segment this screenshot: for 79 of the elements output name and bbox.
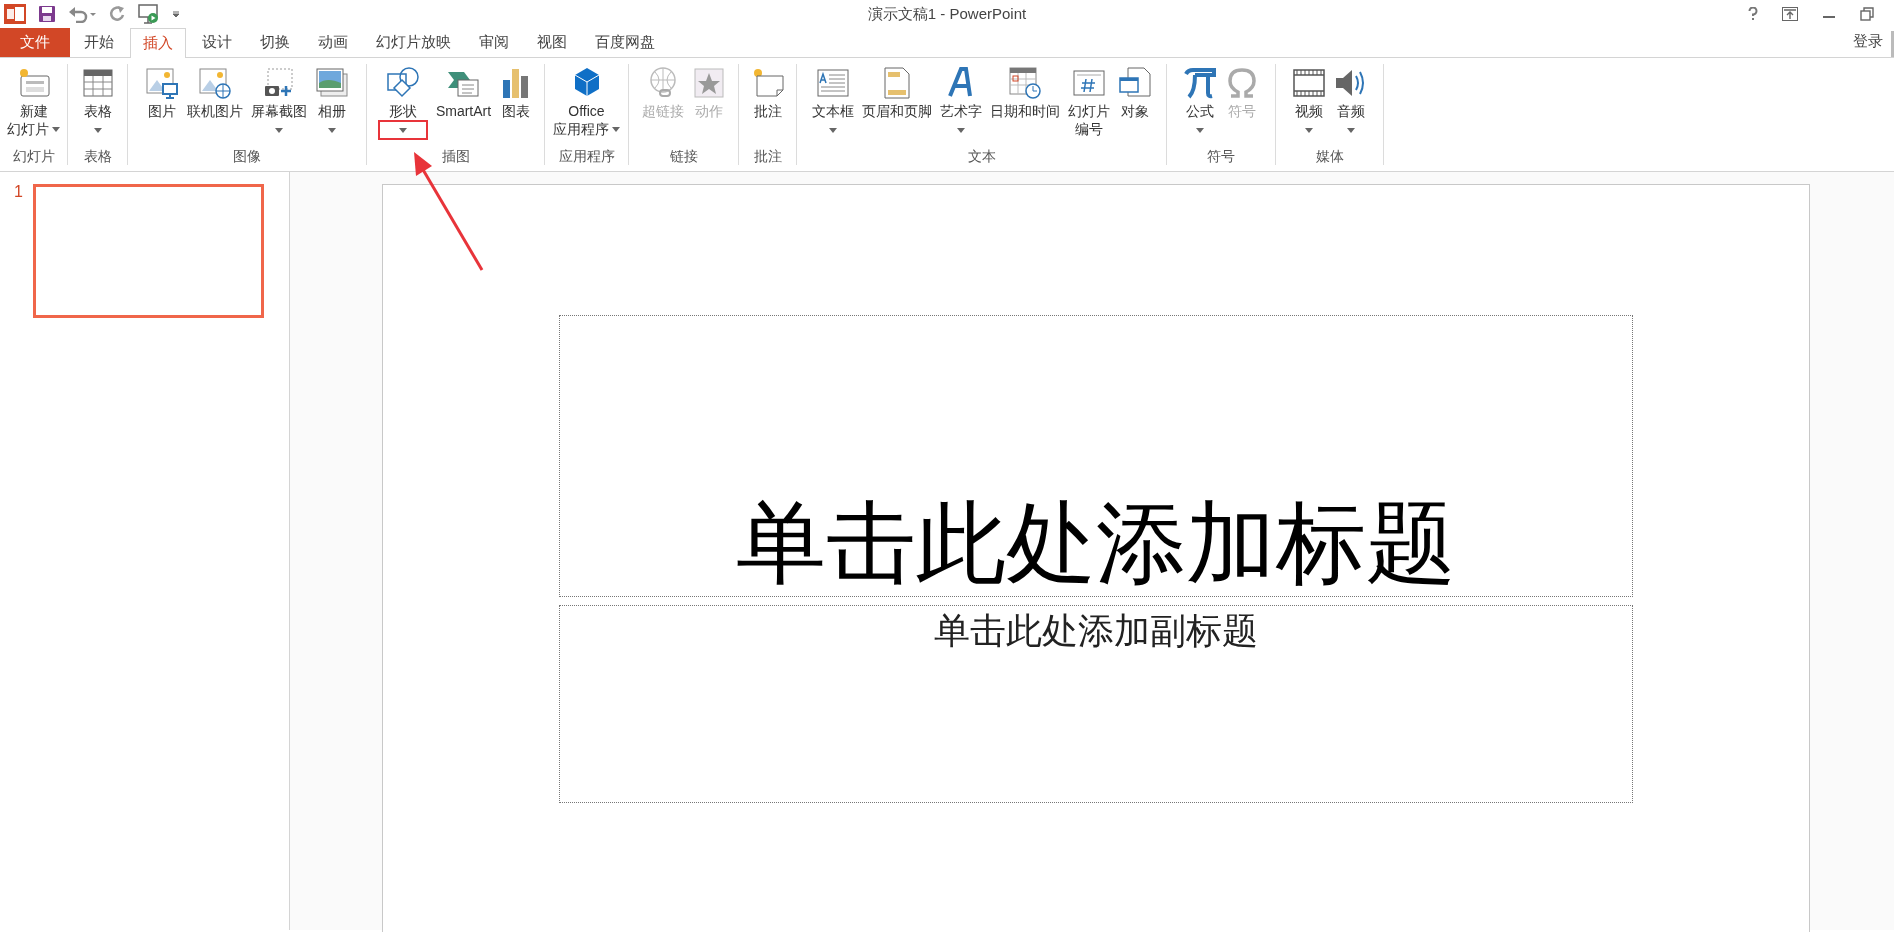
group-label: 应用程序	[558, 147, 615, 165]
dropdown-caret-icon	[93, 127, 102, 133]
group-label: 幻灯片	[12, 147, 55, 165]
ribbon-display-icon[interactable]	[1782, 7, 1798, 21]
ribbon-tab[interactable]: 视图	[525, 28, 579, 57]
ribbon-button[interactable]: 页眉和页脚	[859, 64, 934, 120]
group-label: 图像	[233, 147, 261, 165]
dropdown-caret-icon	[1304, 127, 1313, 133]
group-label: 链接	[669, 147, 698, 165]
ribbon-button[interactable]: 幻灯片 编号	[1065, 64, 1112, 138]
window-title: 演示文稿1 - PowerPoint	[867, 3, 1027, 24]
group-label: 符号	[1207, 147, 1235, 165]
dropdown-caret-icon	[328, 127, 336, 133]
dropdown-caret-icon	[828, 127, 837, 133]
ribbon-button[interactable]: 艺术字	[937, 64, 984, 140]
group-label: 批注	[753, 147, 782, 165]
file-tab[interactable]: 文件	[0, 28, 70, 57]
slide-thumbnail[interactable]	[32, 184, 264, 318]
table-icon	[80, 66, 115, 100]
ribbon-button[interactable]: 公式	[1181, 64, 1219, 140]
dropdown-caret-icon	[1196, 127, 1204, 133]
ribbon-tab[interactable]: 插入	[130, 28, 186, 58]
app-logo-icon	[4, 4, 26, 24]
ribbon-button[interactable]: 形状	[375, 64, 430, 140]
undo-icon[interactable]	[68, 5, 96, 23]
omega-icon	[1225, 66, 1259, 100]
pi-icon	[1183, 66, 1217, 100]
object-window-icon	[1117, 66, 1152, 100]
film-icon	[1291, 66, 1326, 100]
ribbon-tab[interactable]: 审阅	[467, 28, 521, 57]
ribbon-tab[interactable]: 切换	[248, 28, 302, 57]
ribbon-button[interactable]: 图片	[143, 64, 181, 120]
dropdown-caret-icon	[275, 127, 283, 133]
text-box-icon	[815, 66, 850, 100]
subtitle-placeholder[interactable]: 单击此处添加副标题	[559, 605, 1633, 803]
ribbon-tab[interactable]: 设计	[190, 28, 244, 57]
ribbon-tab[interactable]: 开始	[72, 28, 126, 57]
dropdown-caret-icon	[956, 127, 965, 133]
title-placeholder-text: 单击此处添加标题	[736, 498, 1456, 588]
sign-in-link[interactable]: 登录	[1853, 29, 1883, 52]
dropdown-caret-icon	[1346, 127, 1355, 133]
ribbon-button[interactable]: 屏幕截图	[249, 64, 309, 140]
dropdown-caret-icon	[612, 126, 620, 132]
ribbon-button[interactable]: 日期和时间	[987, 64, 1062, 120]
ribbon-tab[interactable]: 动画	[306, 28, 360, 57]
group-label: 表格	[83, 147, 112, 165]
shapes-icon	[385, 66, 420, 100]
ribbon-tab[interactable]: 幻灯片放映	[364, 28, 463, 57]
group-label: 媒体	[1315, 147, 1344, 165]
ribbon-button[interactable]: 音频	[1331, 64, 1370, 140]
globe-picture-icon	[198, 66, 232, 100]
dropdown-caret-icon	[398, 127, 407, 133]
ribbon-tab[interactable]: 百度网盘	[583, 28, 667, 57]
group-label: 文本	[967, 147, 996, 165]
calendar-icon	[1007, 66, 1042, 100]
ribbon-button[interactable]: 联机图片	[185, 64, 245, 120]
ribbon-button[interactable]: 相册	[313, 64, 351, 140]
title-placeholder[interactable]: 单击此处添加标题	[559, 315, 1633, 597]
ribbon-button[interactable]: 新建 幻灯片	[5, 64, 62, 138]
restore-icon[interactable]	[1860, 7, 1874, 21]
ribbon-button[interactable]: 表格	[78, 64, 117, 140]
presentation-icon[interactable]	[138, 4, 160, 24]
group-label: 插图	[441, 147, 470, 165]
photo-album-icon	[315, 66, 349, 100]
redo-icon[interactable]	[108, 5, 126, 23]
ribbon-button[interactable]: 视频	[1289, 64, 1328, 140]
ribbon-button[interactable]: 文本框	[809, 64, 856, 140]
ribbon-button[interactable]: SmartArt	[433, 64, 494, 120]
dropdown-caret-icon	[52, 126, 60, 132]
help-icon[interactable]	[1748, 7, 1758, 21]
save-icon[interactable]	[38, 5, 56, 23]
slide-number: 1	[14, 184, 23, 200]
ribbon-button[interactable]: 对象	[1115, 64, 1154, 120]
subtitle-placeholder-text: 单击此处添加副标题	[934, 609, 1258, 653]
ribbon-button[interactable]: Office 应用程序	[551, 64, 622, 138]
ribbon-button[interactable]: 批注	[748, 64, 787, 120]
customize-caret-icon[interactable]	[172, 10, 180, 18]
picture-icon	[145, 66, 179, 100]
ribbon-button[interactable]: 图表	[497, 64, 536, 120]
